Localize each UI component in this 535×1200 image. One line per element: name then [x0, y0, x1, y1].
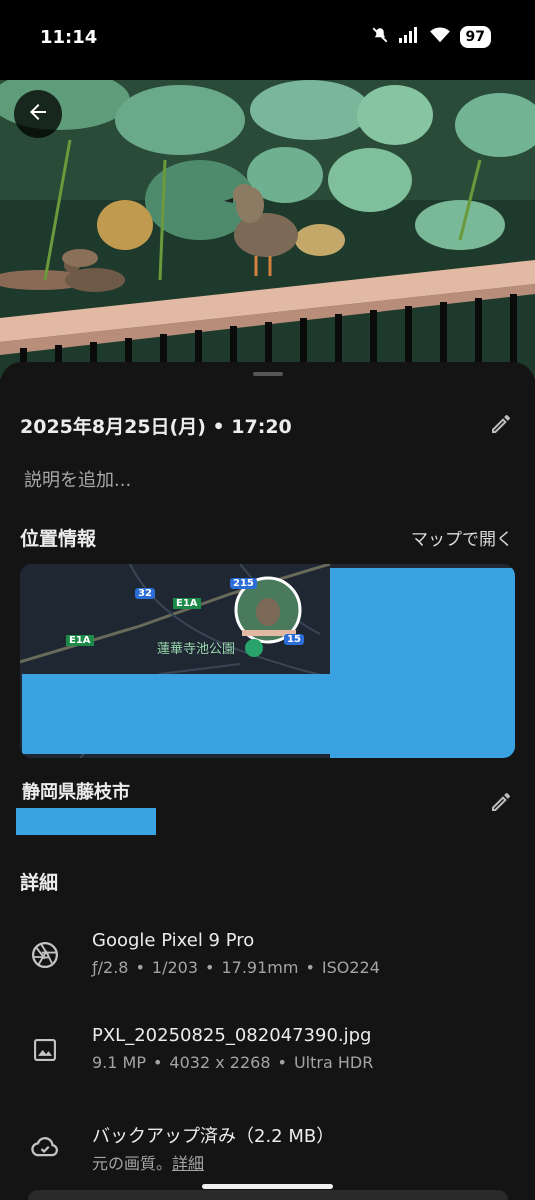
date-time: 2025年8月25日(月) • 17:20 — [20, 416, 292, 438]
map-label-park: 蓮華寺池公園 — [157, 642, 236, 657]
status-bar: 11:14 97 — [0, 0, 535, 80]
open-in-maps-link[interactable]: マップで開く — [411, 525, 513, 550]
megapixels-value: 9.1 MP — [92, 1053, 146, 1072]
edit-datetime-icon[interactable] — [489, 412, 513, 440]
map-redaction-lower — [22, 674, 515, 754]
back-button[interactable] — [14, 90, 62, 138]
camera-model: Google Pixel 9 Pro — [92, 930, 255, 951]
wifi-icon — [429, 26, 451, 48]
aperture-value: ƒ/2.8 — [92, 958, 129, 977]
status-icons: 97 — [371, 26, 491, 48]
battery-indicator: 97 — [459, 26, 491, 48]
image-icon — [28, 1033, 62, 1067]
resolution-value: 4032 x 2268 — [169, 1053, 271, 1072]
file-properties: 9.1 MP • 4032 x 2268 • Ultra HDR — [92, 1053, 374, 1072]
drag-handle[interactable] — [253, 372, 283, 376]
backup-details-link[interactable]: 詳細 — [172, 1154, 204, 1173]
map-label-route-32: 32 — [135, 588, 155, 599]
location-map[interactable]: 32 215 E1A E1A 蓮華寺池公園 15 — [20, 564, 515, 758]
camera-aperture-icon — [28, 938, 62, 972]
backup-quality-text: 元の画質。 — [92, 1154, 173, 1173]
address-redaction — [16, 808, 156, 835]
bottom-action-bar — [28, 1190, 508, 1200]
shutter-value: 1/203 — [151, 958, 199, 977]
info-sheet: 2025年8月25日(月) • 17:20 説明を追加... 位置情報 マップで… — [0, 362, 535, 1200]
backup-status: バックアップ済み（2.2 MB） — [92, 1126, 335, 1147]
backup-quality: 元の画質。詳細 — [92, 1150, 204, 1174]
home-indicator[interactable] — [202, 1184, 333, 1189]
place-name: 静岡県藤枝市 — [22, 782, 130, 803]
cloud-done-icon — [28, 1130, 62, 1164]
file-name: PXL_20250825_082047390.jpg — [92, 1025, 372, 1046]
focal-length-value: 17.91mm — [221, 958, 299, 977]
iso-value: ISO224 — [321, 958, 380, 977]
details-section-title: 詳細 — [20, 872, 59, 894]
map-label-e1a-1: E1A — [173, 598, 201, 609]
backup-info-row: バックアップ済み（2.2 MB） 元の画質。詳細 — [0, 1122, 535, 1192]
camera-info-row: Google Pixel 9 Pro ƒ/2.8 • 1/203 • 17.91mm • I… — [0, 930, 535, 1000]
duck-photo — [0, 80, 535, 380]
status-time: 11:14 — [40, 27, 98, 48]
hdr-value: Ultra HDR — [293, 1053, 374, 1072]
arrow-back-icon — [26, 100, 50, 128]
edit-location-icon[interactable] — [489, 790, 513, 818]
map-label-route-partial: 15 — [284, 634, 304, 645]
file-info-row: PXL_20250825_082047390.jpg 9.1 MP • 4032 x… — [0, 1025, 535, 1095]
location-section-title: 位置情報 — [20, 528, 97, 550]
photo-preview[interactable] — [0, 80, 535, 380]
map-label-route-215: 215 — [230, 578, 257, 589]
camera-settings: ƒ/2.8 • 1/203 • 17.91mm • ISO224 — [92, 958, 380, 977]
signal-icon — [398, 27, 420, 47]
map-label-e1a-2: E1A — [66, 635, 94, 646]
mute-icon — [371, 26, 389, 48]
description-input[interactable]: 説明を追加... — [24, 466, 131, 492]
